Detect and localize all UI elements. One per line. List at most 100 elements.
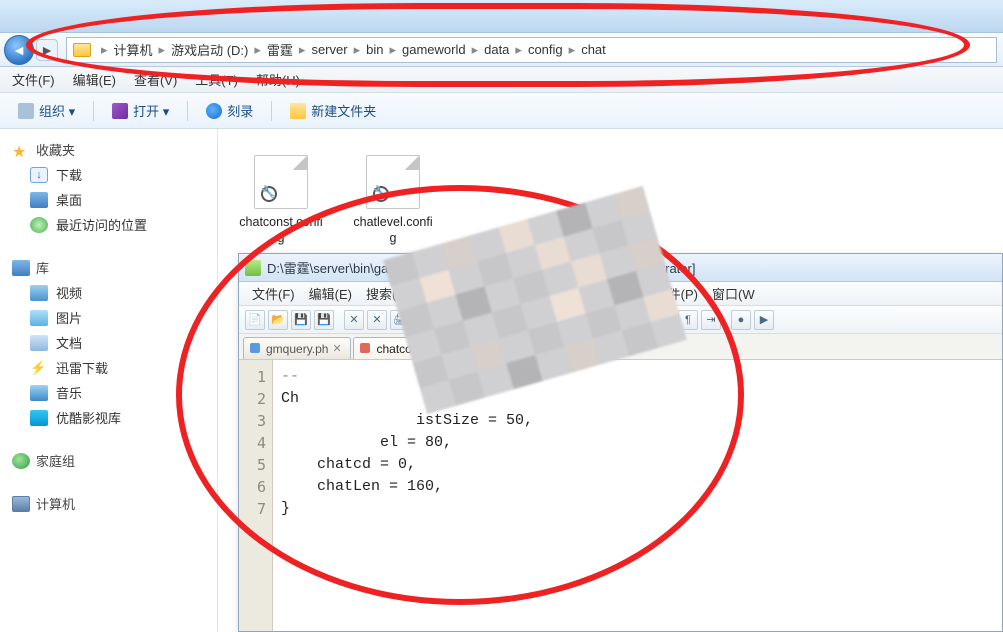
sidebar-libraries[interactable]: 库 bbox=[10, 255, 213, 280]
code-editor[interactable]: 1234567 -- 配置 Ch ={ istSize = 50, el = 8… bbox=[239, 360, 1002, 631]
tool-find[interactable]: 🔍 bbox=[549, 310, 569, 330]
tool-open[interactable]: 打开 ▾ bbox=[104, 101, 177, 120]
notepadpp-titlebar[interactable]: D:\雷霆\server\bin\gameworld\ hatconst.con… bbox=[239, 254, 1002, 282]
notepadpp-tab-bar: gmquery.ph✕ chatconst.config✕ chatlevel.… bbox=[239, 334, 1002, 360]
tab-unsaved-icon bbox=[250, 343, 260, 353]
sidebar-video[interactable]: 视频 bbox=[10, 280, 213, 305]
sidebar-recent[interactable]: 最近访问的位置 bbox=[10, 212, 213, 237]
newfolder-icon bbox=[290, 103, 306, 119]
explorer-toolbar: 组织 ▾ 打开 ▾ 刻录 新建文件夹 bbox=[0, 93, 1003, 129]
tool-play[interactable]: ▶ bbox=[754, 310, 774, 330]
sidebar-thunder[interactable]: ⚡迅雷下载 bbox=[10, 355, 213, 380]
tool-redo[interactable]: ↷ bbox=[519, 310, 539, 330]
breadcrumb-bar[interactable]: ▸ 计算机 ▸ 游戏启动 (D:) ▸ 雷霆 ▸ server ▸ bin ▸ … bbox=[66, 37, 997, 63]
tool-newfolder[interactable]: 新建文件夹 bbox=[282, 101, 384, 120]
crumb-5[interactable]: gameworld bbox=[398, 42, 470, 57]
crumb-7[interactable]: config bbox=[524, 42, 567, 57]
youku-icon bbox=[30, 410, 48, 426]
music-icon bbox=[30, 385, 48, 401]
tool-print[interactable]: 🖨 bbox=[390, 310, 410, 330]
tab-unsaved-icon bbox=[360, 343, 370, 353]
tool-zoomout[interactable]: － bbox=[625, 310, 645, 330]
sidebar-music[interactable]: 音乐 bbox=[10, 380, 213, 405]
tool-rec[interactable]: ● bbox=[731, 310, 751, 330]
npp-menu-file[interactable]: 文件(F) bbox=[245, 282, 302, 305]
npp-menu-lang[interactable]: (L) bbox=[457, 284, 487, 303]
recent-icon bbox=[30, 217, 48, 233]
menu-file[interactable]: 文件(F) bbox=[4, 67, 63, 92]
thunder-icon: ⚡ bbox=[30, 360, 48, 376]
tool-replace[interactable]: 🔁 bbox=[572, 310, 592, 330]
npp-menu-window[interactable]: 窗口(W bbox=[705, 282, 762, 305]
npp-menu-edit[interactable]: 编辑(E) bbox=[302, 282, 359, 305]
pictures-icon bbox=[30, 310, 48, 326]
file-chatlevel[interactable]: chatlevel.config bbox=[350, 155, 436, 246]
crumb-8[interactable]: chat bbox=[577, 42, 610, 57]
folder-icon bbox=[73, 43, 91, 57]
config-file-icon bbox=[254, 155, 308, 209]
code-content[interactable]: -- 配置 Ch ={ istSize = 50, el = 80, chatc… bbox=[273, 360, 1002, 631]
sidebar-homegroup[interactable]: 家庭组 bbox=[10, 448, 213, 473]
tab-gmquery[interactable]: gmquery.ph✕ bbox=[243, 337, 351, 359]
notepadpp-window: D:\雷霆\server\bin\gameworld\ hatconst.con… bbox=[238, 253, 1003, 632]
npp-menu-view[interactable]: 视 bbox=[416, 282, 443, 305]
tool-cut[interactable]: ✂ bbox=[420, 310, 440, 330]
file-chatconst[interactable]: chatconst.config bbox=[238, 155, 324, 246]
crumb-drive[interactable]: 游戏启动 (D:) bbox=[167, 40, 252, 59]
sidebar-downloads[interactable]: 下载 bbox=[10, 162, 213, 187]
sidebar-favorites[interactable]: ★收藏夹 bbox=[10, 137, 213, 162]
menu-help[interactable]: 帮助(H) bbox=[248, 67, 308, 92]
notepadpp-icon bbox=[245, 260, 261, 276]
notepadpp-menu-bar: 文件(F) 编辑(E) 搜索(S) 视 (L) 设置(T) 宏(O) 运行(R)… bbox=[239, 282, 1002, 306]
menu-view[interactable]: 查看(V) bbox=[126, 67, 185, 92]
sidebar-desktop[interactable]: 桌面 bbox=[10, 187, 213, 212]
star-icon: ★ bbox=[12, 142, 30, 158]
tool-new[interactable]: 📄 bbox=[245, 310, 265, 330]
tool-zoomin[interactable]: ＋ bbox=[602, 310, 622, 330]
npp-menu-plugins[interactable]: 插件(P) bbox=[648, 282, 705, 305]
tab-close-icon[interactable]: ✕ bbox=[332, 342, 344, 354]
tool-paste[interactable]: 📋 bbox=[466, 310, 486, 330]
burn-icon bbox=[206, 103, 222, 119]
crumb-3[interactable]: server bbox=[307, 42, 351, 57]
tool-undo[interactable]: ↶ bbox=[496, 310, 516, 330]
crumb-computer[interactable]: 计算机 bbox=[110, 40, 157, 59]
sidebar-youku[interactable]: 优酷影视库 bbox=[10, 405, 213, 430]
tool-burn[interactable]: 刻录 bbox=[198, 101, 261, 120]
tool-close[interactable]: ✕ bbox=[344, 310, 364, 330]
tool-copy[interactable]: 📋 bbox=[443, 310, 463, 330]
tool-saveall[interactable]: 💾 bbox=[314, 310, 334, 330]
tool-save[interactable]: 💾 bbox=[291, 310, 311, 330]
npp-menu-settings[interactable]: 设置(T) bbox=[487, 282, 544, 305]
library-icon bbox=[12, 260, 30, 276]
sidebar-documents[interactable]: 文档 bbox=[10, 330, 213, 355]
tool-indent[interactable]: ⇥ bbox=[701, 310, 721, 330]
tool-wrap[interactable]: ↩ bbox=[655, 310, 675, 330]
tool-open[interactable]: 📂 bbox=[268, 310, 288, 330]
tool-hidden[interactable]: ¶ bbox=[678, 310, 698, 330]
tab-close-icon[interactable]: ✕ bbox=[467, 342, 479, 354]
tab-chatconst[interactable]: chatconst.config✕ bbox=[353, 337, 486, 359]
organize-icon bbox=[18, 103, 34, 119]
computer-icon bbox=[12, 496, 30, 512]
npp-menu-run[interactable]: 运行(R) bbox=[590, 282, 648, 305]
tab-chatlevel[interactable]: chatlevel.config✕ bbox=[488, 337, 617, 359]
explorer-nav-sidebar: ★收藏夹 下载 桌面 最近访问的位置 库 视频 图片 文档 ⚡迅雷下载 音乐 优… bbox=[0, 129, 218, 632]
menu-edit[interactable]: 编辑(E) bbox=[65, 67, 124, 92]
nav-forward-button[interactable]: ► bbox=[36, 39, 58, 61]
tool-organize[interactable]: 组织 ▾ bbox=[10, 101, 83, 120]
sidebar-computer[interactable]: 计算机 bbox=[10, 491, 213, 516]
npp-menu-search[interactable]: 搜索(S) bbox=[359, 282, 416, 305]
tool-closeall[interactable]: ✕ bbox=[367, 310, 387, 330]
crumb-2[interactable]: 雷霆 bbox=[263, 40, 297, 59]
sidebar-pictures[interactable]: 图片 bbox=[10, 305, 213, 330]
documents-icon bbox=[30, 335, 48, 351]
menu-tools[interactable]: 工具(T) bbox=[187, 67, 246, 92]
crumb-6[interactable]: data bbox=[480, 42, 513, 57]
npp-menu-macro[interactable]: 宏(O) bbox=[544, 282, 590, 305]
npp-menu-4[interactable] bbox=[443, 292, 457, 296]
crumb-4[interactable]: bin bbox=[362, 42, 387, 57]
tab-close-icon[interactable]: ✕ bbox=[598, 342, 610, 354]
nav-back-button[interactable]: ◄ bbox=[4, 35, 34, 65]
notepadpp-toolbar: 📄 📂 💾 💾 ✕ ✕ 🖨 ✂ 📋 📋 ↶ ↷ 🔍 🔁 ＋ － ↩ ¶ ⇥ ● … bbox=[239, 306, 1002, 334]
